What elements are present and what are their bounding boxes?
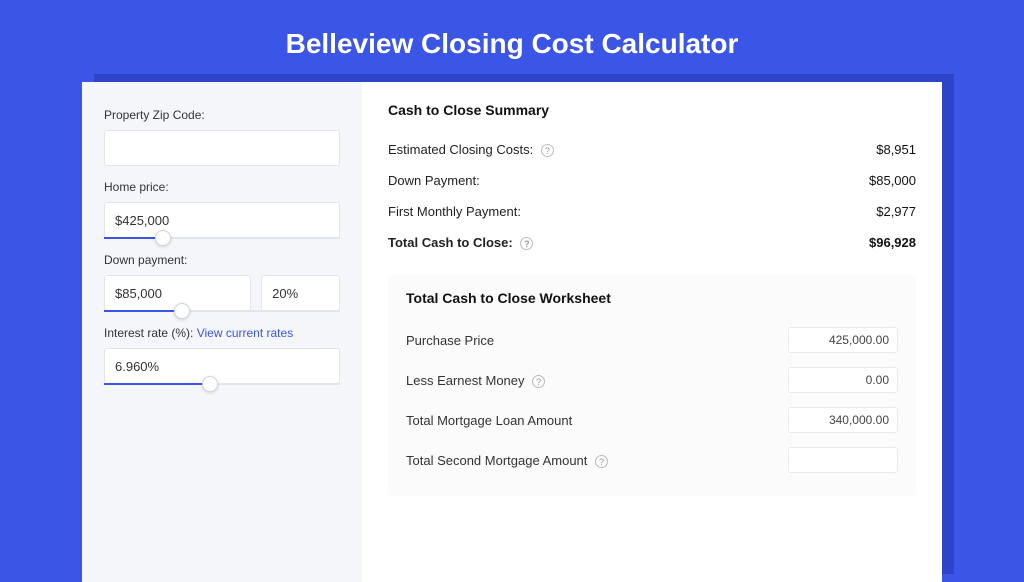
worksheet-row-label: Total Second Mortgage Amount ?	[406, 453, 608, 468]
zip-input[interactable]	[104, 130, 340, 166]
down-payment-label: Down payment:	[104, 253, 340, 267]
summary-total-label: Total Cash to Close: ?	[388, 235, 533, 250]
worksheet-row-input[interactable]	[788, 327, 898, 353]
page-title: Belleview Closing Cost Calculator	[0, 0, 1024, 82]
home-price-slider[interactable]	[104, 237, 340, 239]
worksheet-row-input[interactable]	[788, 447, 898, 473]
summary-row: Estimated Closing Costs: ? $8,951	[388, 134, 916, 165]
summary-row: Down Payment: $85,000	[388, 165, 916, 196]
summary-row-label: Down Payment:	[388, 173, 480, 188]
worksheet-title: Total Cash to Close Worksheet	[406, 290, 898, 306]
worksheet-row-label: Purchase Price	[406, 333, 494, 348]
summary-row-value: $2,977	[876, 204, 916, 219]
home-price-input[interactable]	[104, 202, 340, 238]
zip-label: Property Zip Code:	[104, 108, 340, 122]
help-icon[interactable]: ?	[532, 375, 545, 388]
down-payment-slider[interactable]	[104, 310, 340, 312]
worksheet-row-input[interactable]	[788, 407, 898, 433]
worksheet-row: Purchase Price	[406, 320, 898, 360]
summary-row-label: First Monthly Payment:	[388, 204, 521, 219]
worksheet-row-label: Less Earnest Money ?	[406, 373, 545, 388]
slider-thumb-icon[interactable]	[174, 303, 190, 319]
worksheet-row: Total Mortgage Loan Amount	[406, 400, 898, 440]
summary-row: First Monthly Payment: $2,977	[388, 196, 916, 227]
view-rates-link[interactable]: View current rates	[197, 326, 294, 340]
worksheet-row: Less Earnest Money ?	[406, 360, 898, 400]
results-panel: Cash to Close Summary Estimated Closing …	[362, 82, 942, 582]
summary-title: Cash to Close Summary	[388, 102, 916, 118]
calculator-card: Property Zip Code: Home price: Down paym…	[82, 82, 942, 582]
summary-total-value: $96,928	[869, 235, 916, 250]
worksheet-row: Total Second Mortgage Amount ?	[406, 440, 898, 480]
home-price-label: Home price:	[104, 180, 340, 194]
down-payment-pct-input[interactable]	[261, 275, 340, 311]
summary-row-value: $8,951	[876, 142, 916, 157]
summary-row-value: $85,000	[869, 173, 916, 188]
interest-input[interactable]	[104, 348, 340, 384]
interest-label: Interest rate (%): View current rates	[104, 326, 340, 340]
help-icon[interactable]: ?	[595, 455, 608, 468]
slider-thumb-icon[interactable]	[202, 376, 218, 392]
slider-thumb-icon[interactable]	[155, 230, 171, 246]
summary-row-label: Estimated Closing Costs: ?	[388, 142, 554, 157]
inputs-panel: Property Zip Code: Home price: Down paym…	[82, 82, 362, 582]
help-icon[interactable]: ?	[520, 237, 533, 250]
worksheet-row-label: Total Mortgage Loan Amount	[406, 413, 572, 428]
worksheet-panel: Total Cash to Close Worksheet Purchase P…	[388, 274, 916, 496]
worksheet-row-input[interactable]	[788, 367, 898, 393]
interest-slider[interactable]	[104, 383, 340, 385]
help-icon[interactable]: ?	[541, 144, 554, 157]
summary-total-row: Total Cash to Close: ? $96,928	[388, 227, 916, 258]
